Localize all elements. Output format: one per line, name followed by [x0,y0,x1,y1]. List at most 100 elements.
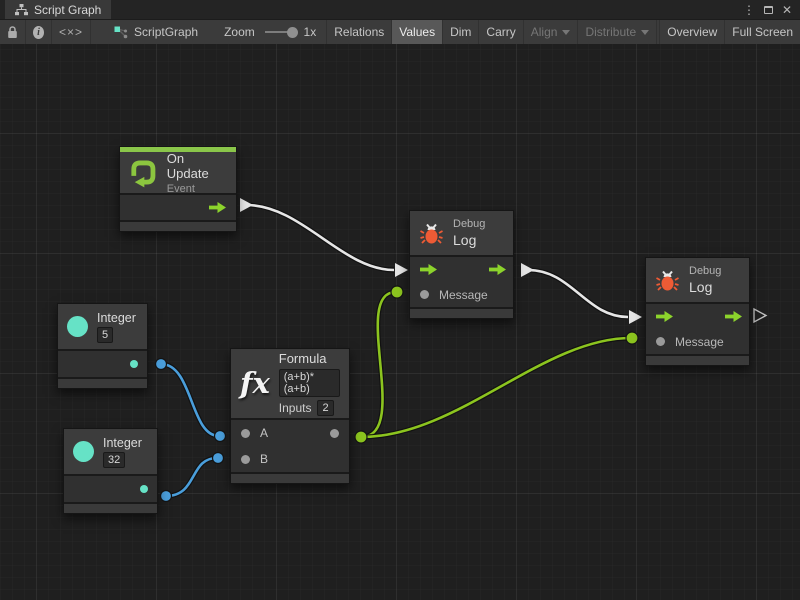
menu-kebab-icon[interactable]: ⋮ [743,4,755,16]
integer-value-field[interactable]: 32 [103,452,125,468]
inputs-label: Inputs [279,401,312,415]
toggle-relations-label: Relations [334,25,384,39]
node-formula[interactable]: fx Formula (a+b)*(a+b) Inputs 2 A B [230,348,350,484]
integer-circle-icon [67,316,88,337]
integer-output-port[interactable] [140,485,148,493]
close-icon[interactable]: ✕ [782,4,792,16]
zoom-value: 1x [304,25,317,39]
window-controls: ⋮ ✕ [743,0,800,19]
node-header: fx Formula (a+b)*(a+b) Inputs 2 [231,349,349,418]
graph-toolbar: i <×> ScriptGraph Zoom 1x Relations Valu… [0,19,800,44]
distribute-label: Distribute [585,25,636,39]
window-titlebar: Script Graph ⋮ ✕ [0,0,800,19]
control-output-port[interactable] [489,264,506,275]
node-header: Integer 32 [64,429,157,474]
toggle-carry-label: Carry [486,25,515,39]
toggle-carry[interactable]: Carry [479,20,523,44]
node-header: On Update Event [120,152,236,193]
node-ports: Message [410,257,513,307]
integer-value-field[interactable]: 5 [97,327,113,343]
toggle-values-label: Values [399,25,435,39]
info-icon: i [33,26,44,39]
node-header: Integer 5 [58,304,147,349]
info-button[interactable]: i [26,20,52,44]
code-icon: <×> [59,25,83,39]
toggle-relations[interactable]: Relations [326,20,392,44]
control-input-port[interactable] [420,264,437,275]
toggle-dim[interactable]: Dim [443,20,479,44]
control-output-port[interactable] [209,202,226,213]
zoom-slider-handle[interactable] [287,27,298,38]
graph-name: ScriptGraph [134,25,198,39]
distribute-dropdown[interactable]: Distribute [578,20,657,44]
formula-expression-field[interactable]: (a+b)*(a+b) [279,369,340,397]
node-subtitle: Event [167,183,227,195]
node-header: Debug Log [410,211,513,255]
fullscreen-label: Full Screen [732,25,793,39]
graph-hierarchy-icon [15,4,28,16]
lock-button[interactable] [0,20,26,44]
node-category: Debug [453,218,485,230]
port-b-label: B [260,452,268,466]
node-ports: Message [646,304,749,354]
message-input-port[interactable] [656,337,665,346]
node-ports [58,351,147,377]
formula-output-port[interactable] [330,429,339,438]
node-footer [120,222,236,231]
formula-fx-icon: fx [240,369,270,398]
node-debug-log-2[interactable]: Debug Log Message [645,257,750,366]
fullscreen-button[interactable]: Full Screen [725,20,800,44]
node-on-update[interactable]: On Update Event [119,146,237,232]
formula-input-b-port[interactable] [241,455,250,464]
formula-input-a-port[interactable] [241,429,250,438]
node-ports [120,195,236,220]
node-title: Log [689,279,721,295]
zoom-label: Zoom [224,25,255,39]
node-title: On Update [167,151,227,181]
graph-breadcrumb[interactable]: ScriptGraph [107,20,198,44]
maximize-icon[interactable] [764,6,773,14]
node-footer [646,356,749,365]
bug-icon [419,221,444,246]
update-loop-icon [129,158,158,188]
message-input-port[interactable] [420,290,429,299]
node-title: Integer [97,311,136,325]
node-footer [410,309,513,318]
tab-script-graph[interactable]: Script Graph [5,0,111,19]
port-a-label: A [260,426,268,440]
node-category: Debug [689,265,721,277]
node-debug-log-1[interactable]: Debug Log Message [409,210,514,319]
toggle-dim-label: Dim [450,25,471,39]
dropdown-arrow-icon [641,30,649,35]
toggle-values[interactable]: Values [392,20,443,44]
message-label: Message [439,288,488,302]
node-ports: A B [231,420,349,472]
integer-output-port[interactable] [130,360,138,368]
node-footer [231,474,349,483]
align-label: Align [531,25,558,39]
overview-button[interactable]: Overview [659,20,725,44]
control-output-port[interactable] [725,311,742,322]
node-footer [58,379,147,388]
message-label: Message [675,335,724,349]
align-dropdown[interactable]: Align [524,20,579,44]
control-input-port[interactable] [656,311,673,322]
node-ports [64,476,157,502]
node-title: Log [453,232,485,248]
lock-icon [7,26,18,39]
zoom-slider[interactable] [265,31,294,33]
overview-label: Overview [667,25,717,39]
node-title: Formula [279,351,340,366]
bug-icon [655,268,680,293]
node-integer-5[interactable]: Integer 5 [57,303,148,389]
node-integer-32[interactable]: Integer 32 [63,428,158,514]
tab-title: Script Graph [34,3,101,17]
node-header: Debug Log [646,258,749,302]
node-title: Integer [103,436,142,450]
integer-circle-icon [73,441,94,462]
dropdown-arrow-icon [562,30,570,35]
inputs-count-field[interactable]: 2 [317,400,333,416]
script-graph-icon [114,26,128,39]
node-footer [64,504,157,513]
edit-source-button[interactable]: <×> [52,20,91,44]
